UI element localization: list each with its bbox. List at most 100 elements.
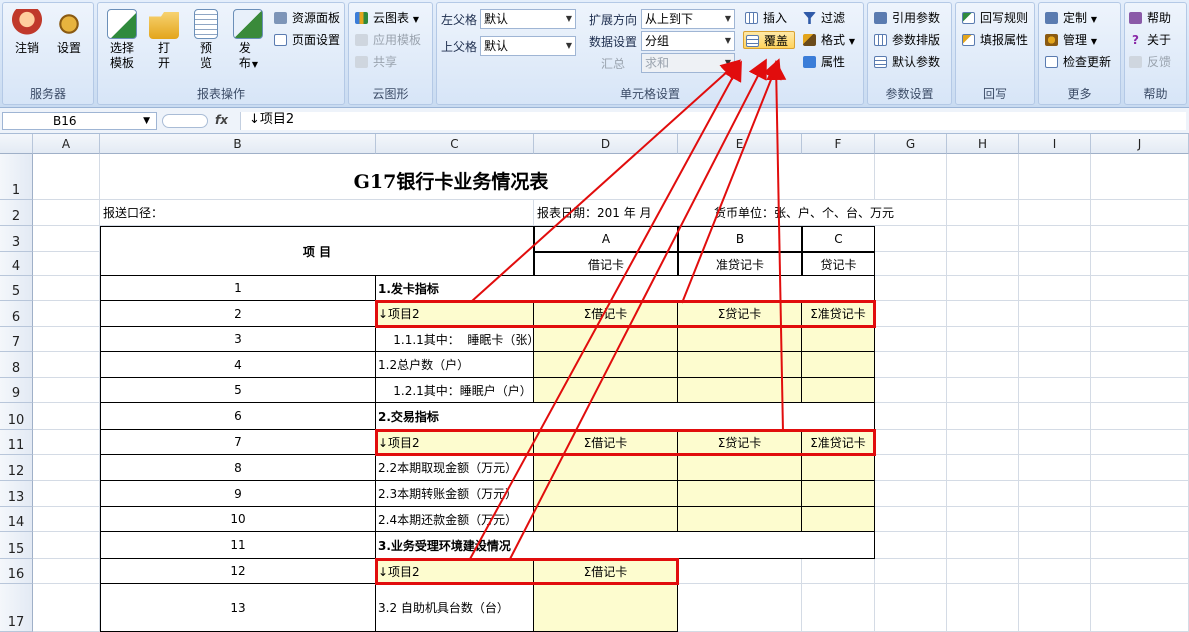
grid-cell[interactable] xyxy=(1091,532,1189,559)
aggregate-cell-e[interactable]: Σ准贷记卡 xyxy=(802,430,875,455)
grid-cell[interactable] xyxy=(875,532,947,559)
grid-cell[interactable] xyxy=(33,584,100,632)
item-label[interactable]: 2.4本期还款金额（万元） xyxy=(376,507,534,532)
fx-icon[interactable]: fx xyxy=(215,113,228,127)
grid-cell[interactable] xyxy=(1019,378,1091,403)
grid-cell[interactable] xyxy=(1091,584,1189,632)
aggregate-cell-c[interactable]: Σ借记卡 xyxy=(534,301,678,327)
grid-cell[interactable] xyxy=(33,507,100,532)
column-header-e[interactable]: E xyxy=(678,134,802,154)
data-cell[interactable] xyxy=(678,378,802,403)
row-header-1[interactable]: 1 xyxy=(0,154,33,200)
grid-cell[interactable] xyxy=(875,154,947,200)
data-cell[interactable] xyxy=(534,481,678,507)
column-header-f[interactable]: F xyxy=(802,134,875,154)
currency-unit-label[interactable]: 货币单位：张、户、个、台、万元 xyxy=(678,200,894,226)
property-button[interactable]: 属性 xyxy=(801,53,845,71)
data-cell[interactable] xyxy=(802,455,875,481)
grid-cell[interactable] xyxy=(33,455,100,481)
grid-cell[interactable] xyxy=(678,584,802,632)
fill-property-button[interactable]: 填报属性 xyxy=(960,31,1028,49)
data-cell[interactable] xyxy=(534,584,678,632)
row-header-2[interactable]: 2 xyxy=(0,200,33,226)
row-header-13[interactable]: 13 xyxy=(0,481,33,507)
expand-item-cell[interactable]: ↓项目2 xyxy=(376,430,534,455)
grid-cell[interactable] xyxy=(947,200,1019,226)
row-number[interactable]: 3 xyxy=(100,327,376,352)
row-header-5[interactable]: 5 xyxy=(0,276,33,301)
row-number[interactable]: 1 xyxy=(100,276,376,301)
row-number[interactable]: 10 xyxy=(100,507,376,532)
grid-cell[interactable] xyxy=(947,352,1019,378)
column-header-d[interactable]: D xyxy=(534,134,678,154)
grid-cell[interactable] xyxy=(875,352,947,378)
grid-cell[interactable] xyxy=(33,481,100,507)
data-cell[interactable] xyxy=(678,507,802,532)
row-header-15[interactable]: 15 xyxy=(0,532,33,559)
grid-cell[interactable] xyxy=(33,327,100,352)
row-number[interactable]: 8 xyxy=(100,455,376,481)
report-title[interactable]: G17银行卡业务情况表 xyxy=(100,154,802,200)
grid-cell[interactable] xyxy=(875,481,947,507)
data-cell[interactable] xyxy=(678,455,802,481)
grid-cell[interactable] xyxy=(678,559,802,584)
grid-cell[interactable] xyxy=(875,252,947,276)
open-button[interactable]: 打开 xyxy=(146,9,182,71)
resource-panel-button[interactable]: 资源面板 xyxy=(272,9,340,27)
app-template-button[interactable]: 应用模板 xyxy=(353,31,421,49)
grid-cell[interactable] xyxy=(1091,301,1189,327)
aggregate-cell-c[interactable]: Σ借记卡 xyxy=(534,559,678,584)
manage-button[interactable]: 管理 ▼ xyxy=(1043,31,1097,49)
row-header-14[interactable]: 14 xyxy=(0,507,33,532)
about-button[interactable]: ? 关于 xyxy=(1127,31,1171,49)
grid-cell[interactable] xyxy=(875,559,947,584)
header-col-b[interactable]: B xyxy=(678,226,802,252)
grid-cell[interactable] xyxy=(802,559,875,584)
default-param-button[interactable]: 默认参数 xyxy=(872,53,940,71)
grid-cell[interactable] xyxy=(875,301,947,327)
grid-cell[interactable] xyxy=(1019,252,1091,276)
custom-button[interactable]: 定制 ▼ xyxy=(1043,9,1097,27)
grid-cell[interactable] xyxy=(875,584,947,632)
grid-cell[interactable] xyxy=(1019,154,1091,200)
data-setting-select[interactable]: 分组 ▼ xyxy=(641,31,735,51)
data-cell[interactable] xyxy=(534,455,678,481)
expand-item-cell[interactable]: ↓项目2 xyxy=(376,301,534,327)
grid-cell[interactable] xyxy=(947,559,1019,584)
row-header-8[interactable]: 8 xyxy=(0,352,33,378)
aggregate-cell-d[interactable]: Σ贷记卡 xyxy=(678,301,802,327)
grid-cell[interactable] xyxy=(875,327,947,352)
aggregate-cell-c[interactable]: Σ借记卡 xyxy=(534,430,678,455)
row-number[interactable]: 2 xyxy=(100,301,376,327)
expand-item-cell[interactable]: ↓项目2 xyxy=(376,559,534,584)
grid-cell[interactable] xyxy=(947,532,1019,559)
section-heading[interactable]: 2.交易指标 xyxy=(376,403,875,430)
formula-slider[interactable] xyxy=(162,114,208,128)
header-debit-card[interactable]: 借记卡 xyxy=(534,252,678,276)
grid-cell[interactable] xyxy=(376,200,534,226)
grid-cell[interactable] xyxy=(1019,226,1091,252)
grid-cell[interactable] xyxy=(947,226,1019,252)
grid-cell[interactable] xyxy=(1091,507,1189,532)
grid-cell[interactable] xyxy=(1019,327,1091,352)
grid-cell[interactable] xyxy=(1019,481,1091,507)
ref-param-button[interactable]: 引用参数 xyxy=(872,9,940,27)
grid-cell[interactable] xyxy=(947,252,1019,276)
section-heading[interactable]: 1.发卡指标 xyxy=(376,276,875,301)
grid-cell[interactable] xyxy=(1091,481,1189,507)
report-scope-label[interactable]: 报送口径： xyxy=(100,200,376,226)
grid-cell[interactable] xyxy=(33,532,100,559)
grid-cell[interactable] xyxy=(1091,154,1189,200)
grid-cell[interactable] xyxy=(33,226,100,252)
column-header-j[interactable]: J xyxy=(1091,134,1189,154)
row-number[interactable]: 5 xyxy=(100,378,376,403)
grid-cell[interactable] xyxy=(1019,301,1091,327)
column-header-b[interactable]: B xyxy=(100,134,376,154)
grid-cell[interactable] xyxy=(875,403,947,430)
grid-cell[interactable] xyxy=(1091,327,1189,352)
column-header-a[interactable]: A xyxy=(33,134,100,154)
grid-cell[interactable] xyxy=(947,481,1019,507)
grid-cell[interactable] xyxy=(947,276,1019,301)
data-cell[interactable] xyxy=(534,378,678,403)
row-header-9[interactable]: 9 xyxy=(0,378,33,403)
